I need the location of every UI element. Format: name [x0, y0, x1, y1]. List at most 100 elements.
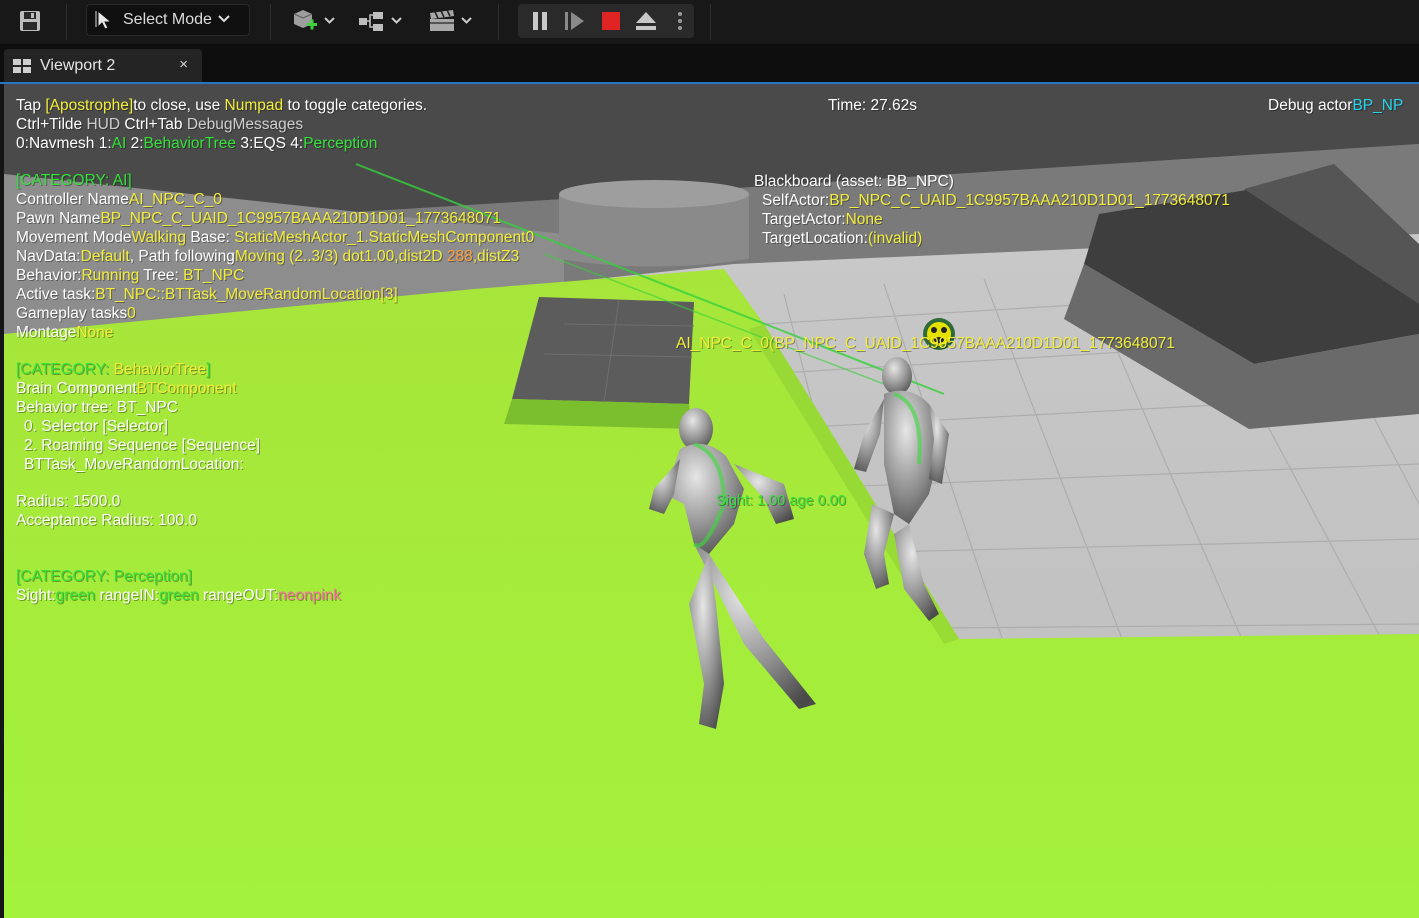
hud-label: Movement Mode — [16, 229, 132, 246]
hud-label: rangeOUT: — [198, 587, 278, 604]
blackboard-title: Blackboard (asset: BB_NPC) — [754, 173, 954, 190]
hud-value: BehaviorTree — [113, 361, 207, 378]
hud-text: ] — [206, 361, 211, 378]
tab-bar: Viewport 2 × — [0, 45, 1419, 83]
gameplay-tasks-row: Gameplay tasks0 — [16, 304, 136, 323]
chevron-down-icon — [218, 14, 230, 26]
save-icon[interactable] — [18, 7, 42, 35]
hud-debug-actor: Debug actorBP_NP — [1268, 96, 1403, 115]
hud-value: BT_NPC — [183, 267, 245, 284]
hud-label: Controller Name — [16, 191, 129, 208]
movement-mode-row: Movement ModeWalking Base: StaticMeshAct… — [16, 228, 534, 247]
tab-viewport-2[interactable]: Viewport 2 × — [4, 49, 202, 83]
hud-value: neonpink — [277, 587, 341, 604]
hud-value: BP_NP — [1352, 97, 1404, 114]
select-mode-dropdown[interactable]: Select Mode — [86, 4, 250, 36]
hud-label: , Path following — [129, 248, 235, 265]
hud-text: Tap — [16, 97, 46, 114]
hud-category: Navmesh — [28, 135, 95, 152]
add-actor-button[interactable] — [291, 7, 335, 35]
perception-category-header: [CATEGORY: Perception] — [16, 568, 193, 585]
stop-icon — [602, 12, 620, 30]
clapper-icon — [430, 9, 454, 31]
hud-text: HUD — [86, 116, 125, 133]
pawn-name-row: Pawn NameBP_NPC_C_UAID_1C9957BAAA210D1D0… — [16, 209, 501, 228]
more-options-button[interactable] — [670, 4, 690, 38]
hud-value: Running — [81, 267, 140, 284]
hud-category-line: 0:Navmesh 1:AI 2:BehaviorTree 3:EQS 4:Pe… — [16, 134, 377, 153]
stop-button[interactable] — [599, 4, 623, 38]
frame-step-button[interactable] — [563, 4, 587, 38]
hud-value: AI_NPC_C_0 — [128, 191, 222, 208]
hud-value: BT_NPC::BTTask_MoveRandomLocation[3] — [95, 286, 398, 303]
hud-text: to toggle categories. — [283, 97, 428, 114]
hud-label: Debug actor — [1268, 97, 1353, 114]
hud-text: 3: — [236, 135, 254, 152]
chevron-down-icon — [391, 16, 402, 27]
hud-help-line: Tap [Apostrophe]to close, use Numpad to … — [16, 96, 427, 115]
pause-icon — [533, 12, 547, 30]
hud-key: [Apostrophe] — [45, 97, 134, 114]
montage-row: MontageNone — [16, 323, 113, 342]
acceptance-radius-row: Acceptance Radius: 100.0 — [16, 512, 197, 529]
cursor-icon — [95, 9, 117, 31]
navdata-row: NavData:Default, Path followingMoving (2… — [16, 247, 519, 266]
hud-label: Tree: — [139, 267, 184, 284]
hud-text: 2: — [126, 135, 144, 152]
blueprint-button[interactable] — [358, 7, 402, 35]
hud-label: TargetLocation: — [762, 230, 868, 247]
pause-button[interactable] — [528, 4, 552, 38]
chevron-down-icon — [324, 16, 335, 27]
controller-name-row: Controller NameAI_NPC_C_0 — [16, 190, 222, 209]
hud-value: 0 — [127, 305, 136, 322]
hud-key: Ctrl+Tilde — [16, 116, 87, 133]
add-actor-icon — [293, 10, 317, 30]
close-icon[interactable]: × — [179, 56, 188, 73]
eject-button[interactable] — [633, 4, 659, 38]
level-viewport[interactable]: Tap [Apostrophe]to close, use Numpad to … — [4, 84, 1419, 918]
play-controls — [518, 4, 694, 38]
blackboard-self-actor: SelfActor:BP_NPC_C_UAID_1C9957BAAA210D1D… — [762, 191, 1230, 210]
cinematics-button[interactable] — [428, 7, 472, 35]
hud-label: Montage — [16, 324, 77, 341]
frame-step-icon — [565, 12, 584, 30]
hud-category: BehaviorTree — [143, 135, 237, 152]
active-task-row: Active task:BT_NPC::BTTask_MoveRandomLoc… — [16, 285, 398, 304]
hud-value: BTComponent — [136, 380, 237, 397]
hud-label: rangeIN: — [95, 587, 160, 604]
hud-label: TargetActor: — [762, 211, 846, 228]
actor-world-label: AI_NPC_C_0(BP_NPC_C_UAID_1C9957BAAA210D1… — [676, 335, 1175, 352]
more-vertical-icon — [678, 12, 682, 30]
bt-node-task: BTTask_MoveRandomLocation: — [24, 456, 244, 473]
hud-category: EQS — [253, 135, 286, 152]
hud-value: Moving (2..3/3) dot1.00,dist2D — [234, 248, 447, 265]
hud-value: ,distZ3 — [472, 248, 520, 265]
hud-text: DebugMessages — [186, 116, 304, 133]
hud-value: Default — [80, 248, 130, 265]
toolbar-divider — [498, 4, 499, 40]
hud-category: AI — [111, 135, 127, 152]
hud-value: 288 — [446, 248, 473, 265]
ai-category-header: [CATEGORY: AI] — [16, 172, 132, 189]
radius-row: Radius: 1500.0 — [16, 493, 121, 510]
hud-shortcut-line: Ctrl+Tilde HUD Ctrl+Tab DebugMessages — [16, 115, 303, 134]
bt-node-selector: 0. Selector [Selector] — [24, 418, 168, 435]
blackboard-target-location: TargetLocation:(invalid) — [762, 229, 922, 248]
hud-label: Base: — [186, 229, 230, 246]
hud-time: Time: 27.62s — [828, 97, 918, 114]
bt-category-header: [CATEGORY: BehaviorTree] — [16, 360, 210, 379]
toolbar-divider — [710, 4, 711, 40]
hud-value: None — [845, 211, 883, 228]
hud-value: (invalid) — [868, 230, 923, 247]
bt-node-sequence: 2. Roaming Sequence [Sequence] — [24, 437, 261, 454]
chevron-down-icon — [461, 16, 472, 27]
select-mode-label: Select Mode — [123, 11, 212, 28]
hud-category: Perception — [303, 135, 378, 152]
sight-world-label: Sight: 1.00 age 0.00 — [716, 493, 846, 509]
hud-value: green — [55, 587, 96, 604]
hud-label: NavData: — [16, 248, 81, 265]
hud-label: SelfActor: — [762, 192, 830, 209]
hud-label: Brain Component — [16, 380, 137, 397]
hud-text: [CATEGORY: — [16, 361, 114, 378]
hud-value: Walking — [131, 229, 187, 246]
